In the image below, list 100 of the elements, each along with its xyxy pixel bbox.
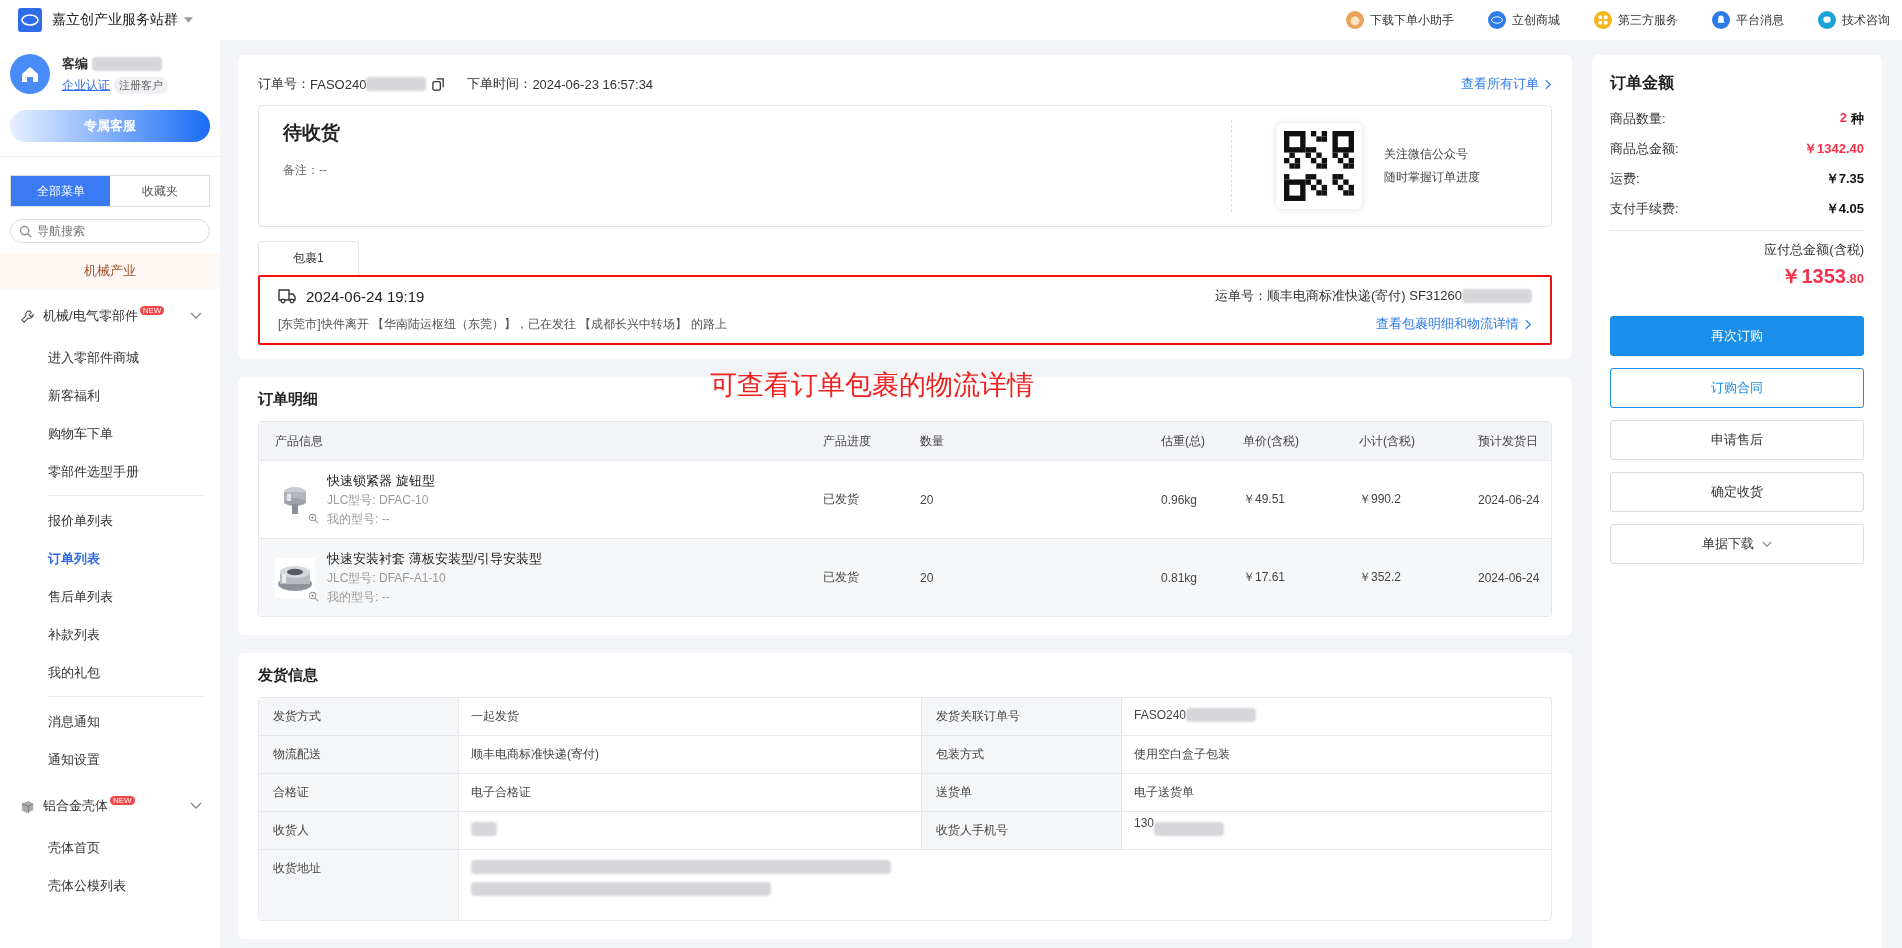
field-label: 合格证: [259, 774, 459, 811]
tracking-message: [东莞市]快件离开 【华南陆运枢纽（东莞）】，已在发往 【成都长兴中转场】 的路上: [278, 315, 727, 333]
table-cell-text: 0.96kg: [1161, 492, 1199, 507]
field-value: 顺丰电商标准快递(寄付): [471, 746, 599, 763]
table-cell-text: 0.81kg: [1161, 570, 1199, 585]
chevron-icon[interactable]: [190, 312, 202, 320]
column-header: 产品进度: [823, 432, 872, 450]
all-orders-link[interactable]: 查看所有订单: [1461, 75, 1539, 93]
industry-selector[interactable]: 机械产业: [84, 262, 136, 280]
menu-tab[interactable]: 全部菜单: [11, 176, 110, 206]
menu-item[interactable]: 壳体公模列表: [48, 867, 210, 905]
menu-item[interactable]: 我的礼包: [48, 654, 204, 692]
action-button[interactable]: 确定收货: [1610, 472, 1864, 512]
table-cell-text: 已发货: [823, 569, 860, 586]
menu-item[interactable]: 进入零部件商城: [48, 339, 210, 377]
table-cell-text: ￥17.61: [1243, 569, 1287, 586]
menu-item[interactable]: 售后单列表: [48, 578, 204, 616]
column-header: 估重(总): [1161, 432, 1206, 450]
header-link[interactable]: 技术咨询: [1818, 11, 1890, 29]
redaction-blur: [92, 56, 162, 71]
menu-group-title[interactable]: 铝合金壳体: [43, 797, 108, 815]
new-badge: NEW: [139, 305, 165, 315]
verify-link[interactable]: 企业认证: [62, 76, 110, 94]
product-name[interactable]: 快速锁紧器 旋钮型: [327, 471, 435, 490]
remark-value: --: [319, 163, 327, 177]
table-cell-text: ￥990.2: [1359, 491, 1403, 508]
waybill-label: 运单号：: [1214, 287, 1267, 305]
summary-value: ￥4.05: [1825, 200, 1864, 218]
chevron-icon[interactable]: [190, 802, 202, 810]
table-cell-text: 20: [920, 570, 935, 585]
wechat-note: 随时掌握订单进度: [1384, 169, 1480, 186]
table-cell-text: ￥352.2: [1359, 569, 1403, 586]
chat-icon[interactable]: [1818, 11, 1836, 29]
column-header: 预计发货日: [1478, 432, 1539, 450]
menu-item[interactable]: 壳体首页: [48, 829, 210, 867]
header-link[interactable]: 下载下单小助手: [1346, 11, 1454, 29]
action-button[interactable]: 申请售后: [1610, 420, 1864, 460]
menu-item[interactable]: 零部件选型手册: [48, 453, 210, 491]
order-time: 2024-06-23 16:57:34: [532, 76, 654, 92]
table-cell-text: 已发货: [823, 491, 860, 508]
summary-value: 2: [1839, 110, 1847, 127]
table-cell-text: 2024-06-24: [1478, 570, 1541, 585]
search-field[interactable]: 导航搜索: [10, 219, 210, 243]
action-button[interactable]: 单据下载: [1610, 524, 1864, 564]
menu-item[interactable]: 新客福利: [48, 377, 210, 415]
summary-value: ￥7.35: [1825, 170, 1864, 188]
summary-value: ￥1342.40: [1804, 140, 1864, 158]
copy-icon[interactable]: [432, 77, 446, 91]
logistics-detail-link[interactable]: 查看包裹明细和物流详情: [1376, 315, 1519, 333]
logo-icon[interactable]: [1488, 11, 1506, 29]
redaction-blur: [366, 77, 427, 91]
field-label: 包装方式: [922, 736, 1122, 773]
column-header: 数量: [920, 432, 945, 450]
grid-icon[interactable]: [1594, 11, 1612, 29]
caret-icon[interactable]: [184, 17, 193, 23]
field-value: FASO240: [1134, 708, 1187, 722]
menu-item[interactable]: 购物车下单: [48, 415, 210, 453]
field-label: 物流配送: [259, 736, 459, 773]
column-header: 小计(含税): [1359, 432, 1416, 450]
panel-title: 订单金额: [1610, 73, 1675, 93]
chevron-right-icon[interactable]: [1525, 318, 1532, 330]
field-value: 130: [1134, 816, 1155, 830]
my-model: 我的型号: --: [327, 510, 391, 528]
box-icon: [20, 798, 35, 814]
bell-icon[interactable]: [1712, 11, 1730, 29]
header-link[interactable]: 平台消息: [1712, 11, 1784, 29]
menu-item[interactable]: 报价单列表: [48, 502, 204, 540]
menu-group-title[interactable]: 机械/电气零部件: [43, 307, 138, 325]
action-button[interactable]: 订购合同: [1610, 368, 1864, 408]
caret-icon[interactable]: [1762, 540, 1772, 548]
summary-label: 支付手续费:: [1610, 200, 1679, 218]
table-cell-text: ￥49.51: [1243, 491, 1287, 508]
waybill-number: 顺丰电商标准快递(寄付) SF31260: [1266, 287, 1462, 305]
unit-label: 种: [1851, 110, 1864, 128]
field-label: 收货人手机号: [922, 812, 1122, 849]
customer-tag: 注册客户: [114, 76, 168, 94]
menu-item[interactable]: 消息通知: [48, 703, 204, 741]
field-value: 电子送货单: [1134, 784, 1194, 801]
menu-item[interactable]: 补款列表: [48, 616, 204, 654]
header-link[interactable]: 立创商城: [1488, 11, 1560, 29]
field-label: 收货地址: [259, 850, 459, 920]
menu-item[interactable]: 订单列表: [48, 540, 204, 578]
chevron-right-icon[interactable]: [1545, 78, 1552, 90]
zoom-icon[interactable]: [308, 512, 319, 524]
field-value: 一起发货: [471, 708, 519, 725]
header-link[interactable]: 第三方服务: [1594, 11, 1678, 29]
menu-item[interactable]: 通知设置: [48, 741, 204, 779]
product-name[interactable]: 快速安装衬套 薄板安装型/引导安装型: [327, 549, 543, 568]
summary-label: 商品数量:: [1610, 110, 1666, 128]
summary-label: 运费:: [1610, 170, 1640, 188]
site-title[interactable]: 嘉立创产业服务站群: [52, 11, 178, 29]
order-number: FASO240: [310, 76, 367, 92]
summary-label: 商品总金额:: [1610, 140, 1679, 158]
package-tab[interactable]: 包裹1: [258, 241, 359, 275]
customer-label: 客编: [62, 54, 88, 73]
field-value: 电子合格证: [471, 784, 531, 801]
total-amount: ￥1353.80: [1780, 264, 1864, 289]
zoom-icon[interactable]: [308, 590, 319, 602]
annotation-text: 可查看订单包裹的物流详情: [710, 369, 1034, 402]
section-title: 订单明细: [258, 389, 318, 409]
